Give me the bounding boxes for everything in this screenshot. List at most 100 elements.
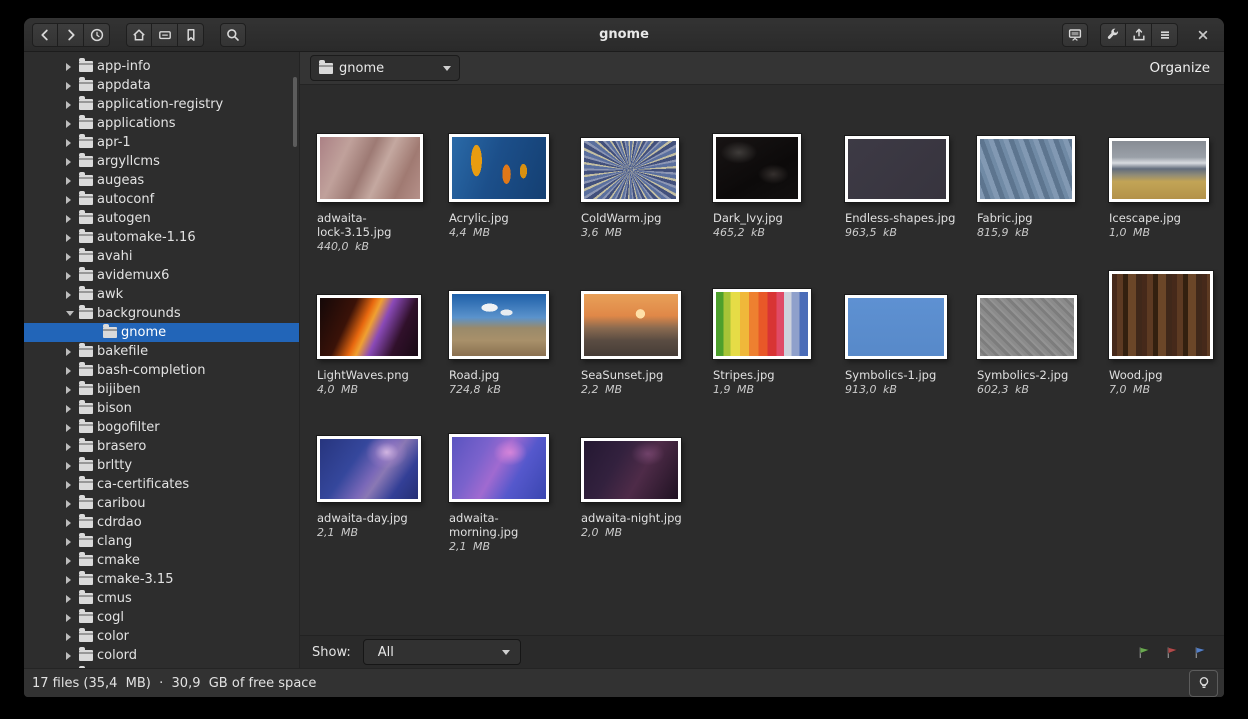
sidebar-item-color[interactable]: color bbox=[24, 627, 299, 646]
history-button[interactable] bbox=[84, 23, 110, 47]
chevron-right-icon[interactable] bbox=[66, 177, 76, 185]
chevron-right-icon[interactable] bbox=[66, 367, 76, 375]
file-item[interactable]: SeaSunset.jpg2,2 MB bbox=[581, 267, 713, 397]
sidebar-item-appdata[interactable]: appdata bbox=[24, 76, 299, 95]
chevron-right-icon[interactable] bbox=[66, 462, 76, 470]
chevron-right-icon[interactable] bbox=[66, 405, 76, 413]
sidebar-item-automake-1.16[interactable]: automake-1.16 bbox=[24, 228, 299, 247]
file-item[interactable]: Symbolics-2.jpg602,3 kB bbox=[977, 267, 1109, 397]
chevron-right-icon[interactable] bbox=[66, 576, 76, 584]
menu-button[interactable] bbox=[1152, 23, 1178, 47]
show-filter-dropdown[interactable]: All bbox=[363, 639, 521, 665]
sidebar-item-cmake-3.15[interactable]: cmake-3.15 bbox=[24, 570, 299, 589]
file-item[interactable]: Dark_Ivy.jpg465,2 kB bbox=[713, 110, 845, 254]
file-item[interactable]: Road.jpg724,8 kB bbox=[449, 267, 581, 397]
chevron-right-icon[interactable] bbox=[66, 196, 76, 204]
file-thumbnail[interactable] bbox=[449, 134, 549, 202]
chevron-right-icon[interactable] bbox=[66, 386, 76, 394]
file-thumbnail[interactable] bbox=[317, 436, 421, 502]
file-thumbnail[interactable] bbox=[713, 289, 811, 359]
flag-filter-button-1[interactable] bbox=[1165, 645, 1180, 660]
sidebar-item-colord[interactable]: colord bbox=[24, 646, 299, 665]
file-thumbnail[interactable] bbox=[1109, 138, 1209, 202]
file-item[interactable]: ColdWarm.jpg3,6 MB bbox=[581, 110, 713, 254]
file-thumbnail[interactable] bbox=[1109, 271, 1213, 359]
file-thumbnail[interactable] bbox=[317, 295, 421, 359]
chevron-right-icon[interactable] bbox=[66, 82, 76, 90]
chevron-right-icon[interactable] bbox=[66, 443, 76, 451]
chevron-right-icon[interactable] bbox=[66, 215, 76, 223]
file-thumbnail[interactable] bbox=[449, 434, 549, 502]
file-item[interactable]: Icescape.jpg1,0 MB bbox=[1109, 110, 1224, 254]
chevron-right-icon[interactable] bbox=[66, 500, 76, 508]
file-item[interactable]: adwaita-morning.jpg2,1 MB bbox=[449, 410, 581, 554]
sidebar-item-bison[interactable]: bison bbox=[24, 399, 299, 418]
file-thumbnail[interactable] bbox=[713, 134, 801, 202]
chevron-right-icon[interactable] bbox=[66, 595, 76, 603]
sidebar-item-cmus[interactable]: cmus bbox=[24, 589, 299, 608]
sidebar-item-clang[interactable]: clang bbox=[24, 532, 299, 551]
sidebar-item-avahi[interactable]: avahi bbox=[24, 247, 299, 266]
sidebar-item-bijiben[interactable]: bijiben bbox=[24, 380, 299, 399]
sidebar-item-cogl[interactable]: cogl bbox=[24, 608, 299, 627]
flag-filter-button-0[interactable] bbox=[1137, 645, 1152, 660]
search-button[interactable] bbox=[220, 23, 246, 47]
tip-button[interactable] bbox=[1189, 670, 1218, 697]
chevron-right-icon[interactable] bbox=[66, 234, 76, 242]
file-thumbnail[interactable] bbox=[977, 136, 1075, 202]
sidebar-item-augeas[interactable]: augeas bbox=[24, 171, 299, 190]
organize-button[interactable]: Organize bbox=[1146, 56, 1214, 80]
file-thumbnail[interactable] bbox=[845, 295, 947, 359]
file-item[interactable]: Symbolics-1.jpg913,0 kB bbox=[845, 267, 977, 397]
drives-button[interactable] bbox=[152, 23, 178, 47]
home-button[interactable] bbox=[126, 23, 152, 47]
back-button[interactable] bbox=[32, 23, 58, 47]
file-thumbnail[interactable] bbox=[581, 438, 681, 502]
file-thumbnail[interactable] bbox=[977, 295, 1077, 359]
sidebar-item-brltty[interactable]: brltty bbox=[24, 456, 299, 475]
sidebar-scrollbar[interactable] bbox=[293, 77, 297, 147]
chevron-right-icon[interactable] bbox=[66, 101, 76, 109]
file-item[interactable]: Wood.jpg7,0 MB bbox=[1109, 267, 1224, 397]
sidebar-item-app-info[interactable]: app-info bbox=[24, 57, 299, 76]
forward-button[interactable] bbox=[58, 23, 84, 47]
chevron-right-icon[interactable] bbox=[66, 652, 76, 660]
file-item[interactable]: adwaita-night.jpg2,0 MB bbox=[581, 410, 713, 554]
sidebar-item-avidemux6[interactable]: avidemux6 bbox=[24, 266, 299, 285]
file-item[interactable]: adwaita-lock-3.15.jpg440,0 kB bbox=[317, 110, 449, 254]
sidebar-item-com.github.bilelmoussaoui.Audi[interactable]: com.github.bilelmoussaoui.Audi bbox=[24, 665, 299, 668]
sidebar-item-cdrdao[interactable]: cdrdao bbox=[24, 513, 299, 532]
file-thumbnail[interactable] bbox=[581, 138, 679, 202]
sidebar-item-awk[interactable]: awk bbox=[24, 285, 299, 304]
file-item[interactable]: LightWaves.png4,0 MB bbox=[317, 267, 449, 397]
sidebar-item-argyllcms[interactable]: argyllcms bbox=[24, 152, 299, 171]
presentation-button[interactable] bbox=[1062, 23, 1088, 47]
sidebar-item-applications[interactable]: applications bbox=[24, 114, 299, 133]
chevron-right-icon[interactable] bbox=[66, 253, 76, 261]
sidebar-item-apr-1[interactable]: apr-1 bbox=[24, 133, 299, 152]
chevron-right-icon[interactable] bbox=[66, 348, 76, 356]
sidebar-item-gnome[interactable]: gnome bbox=[24, 323, 299, 342]
sidebar-item-autogen[interactable]: autogen bbox=[24, 209, 299, 228]
close-button[interactable] bbox=[1190, 23, 1216, 47]
share-button[interactable] bbox=[1126, 23, 1152, 47]
sidebar-item-brasero[interactable]: brasero bbox=[24, 437, 299, 456]
sidebar-item-autoconf[interactable]: autoconf bbox=[24, 190, 299, 209]
flag-filter-button-2[interactable] bbox=[1193, 645, 1208, 660]
sidebar-item-bogofilter[interactable]: bogofilter bbox=[24, 418, 299, 437]
sidebar-item-bash-completion[interactable]: bash-completion bbox=[24, 361, 299, 380]
chevron-right-icon[interactable] bbox=[66, 633, 76, 641]
chevron-right-icon[interactable] bbox=[66, 557, 76, 565]
chevron-right-icon[interactable] bbox=[66, 538, 76, 546]
chevron-down-icon[interactable] bbox=[66, 311, 76, 316]
sidebar-item-cmake[interactable]: cmake bbox=[24, 551, 299, 570]
sidebar-item-ca-certificates[interactable]: ca-certificates bbox=[24, 475, 299, 494]
chevron-right-icon[interactable] bbox=[66, 63, 76, 71]
file-item[interactable]: Acrylic.jpg4,4 MB bbox=[449, 110, 581, 254]
sidebar-item-bakefile[interactable]: bakefile bbox=[24, 342, 299, 361]
file-item[interactable]: Fabric.jpg815,9 kB bbox=[977, 110, 1109, 254]
file-thumbnail[interactable] bbox=[581, 291, 681, 359]
sidebar-item-application-registry[interactable]: application-registry bbox=[24, 95, 299, 114]
sidebar-item-caribou[interactable]: caribou bbox=[24, 494, 299, 513]
chevron-right-icon[interactable] bbox=[66, 481, 76, 489]
